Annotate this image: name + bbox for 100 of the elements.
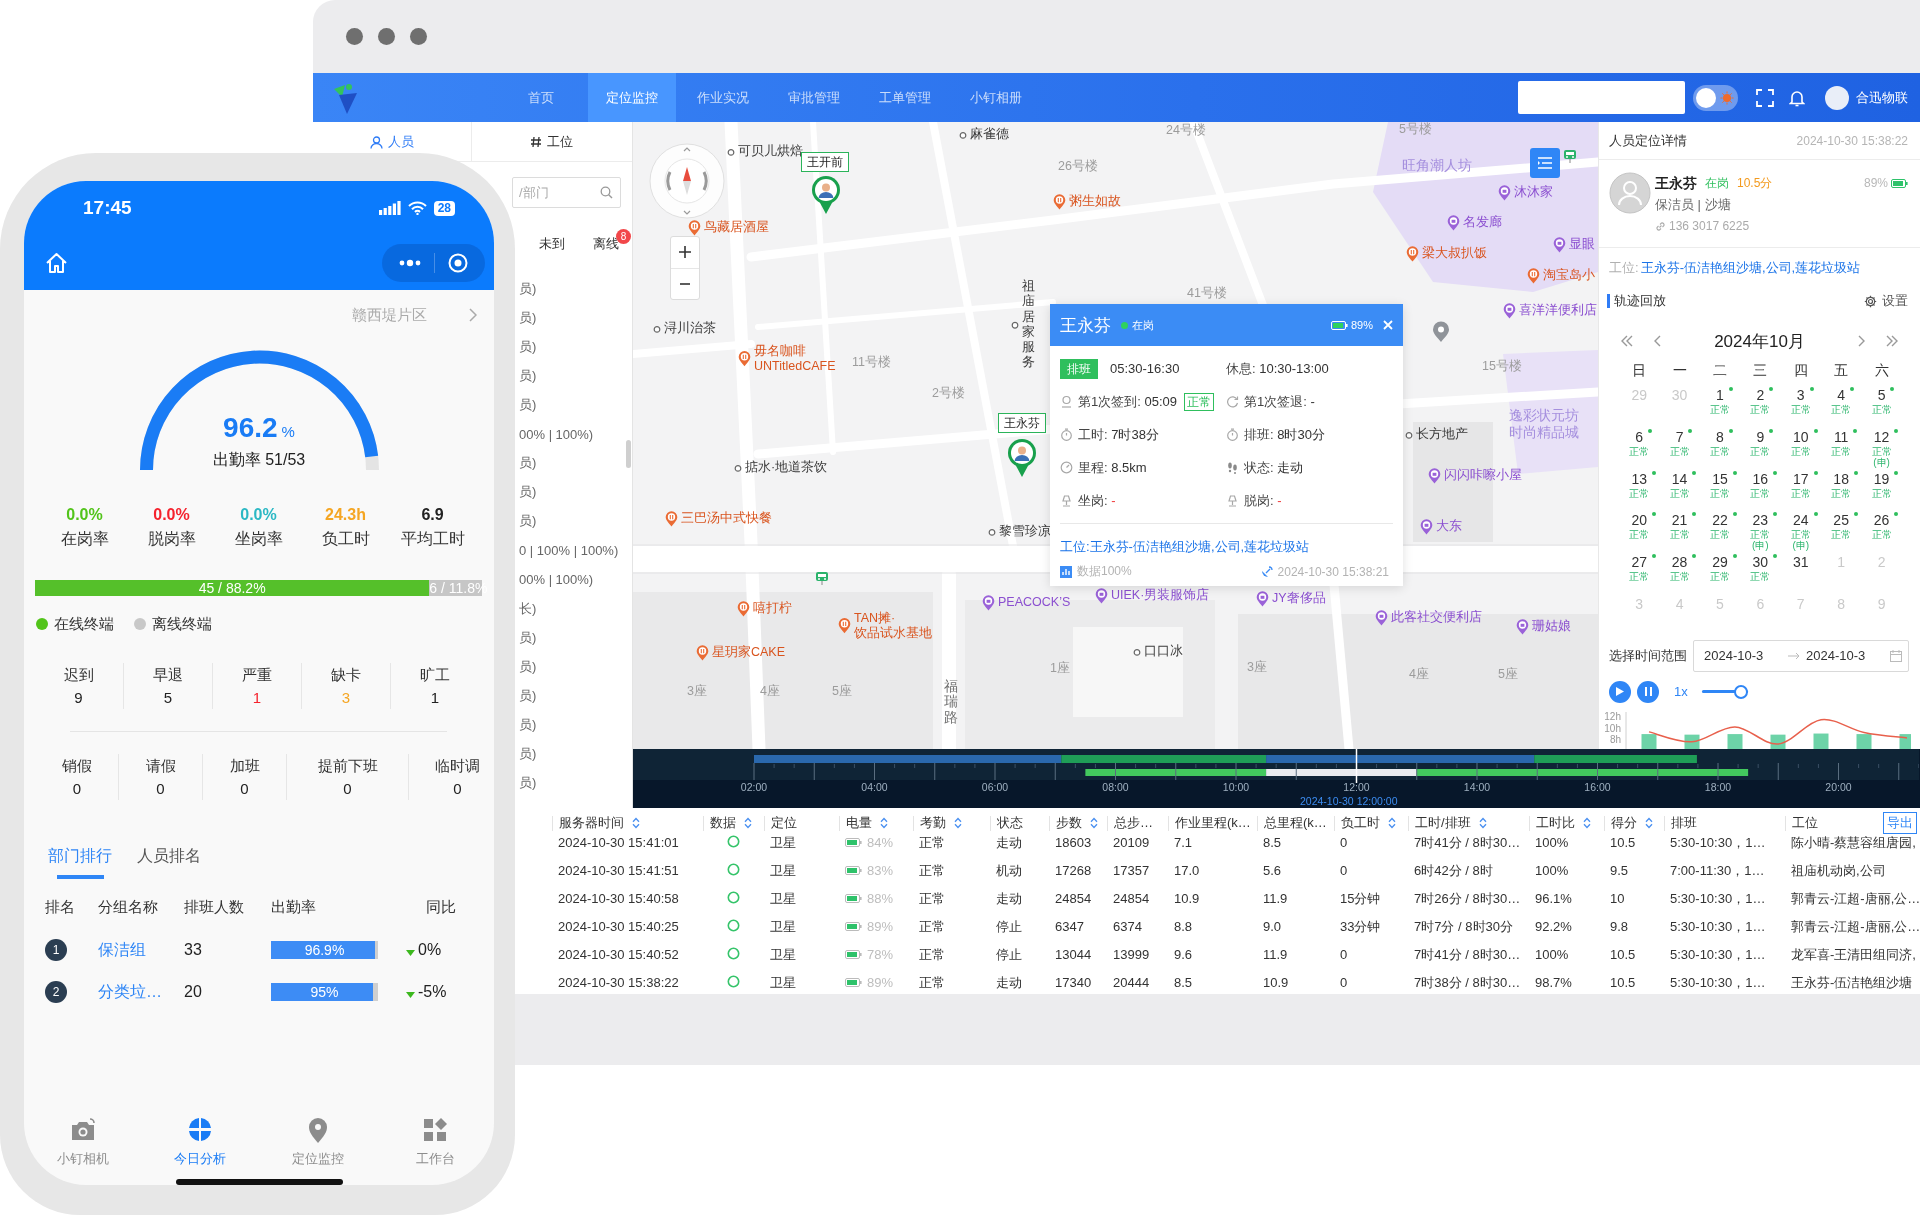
list-item[interactable]: 员) [519, 774, 537, 793]
calendar-day[interactable]: 11 [1823, 427, 1859, 446]
list-item[interactable]: 员) [519, 395, 537, 414]
scrollbar-thumb[interactable] [626, 440, 631, 468]
calendar-day[interactable]: 2 [1746, 386, 1775, 404]
list-button[interactable] [1530, 148, 1560, 178]
column-header[interactable]: 总步… [1114, 814, 1153, 832]
list-item[interactable]: 员) [519, 454, 537, 473]
settings-button[interactable]: 设置 [1864, 292, 1908, 310]
sort-icon[interactable] [744, 817, 752, 829]
calendar-day[interactable]: 16 [1742, 469, 1779, 488]
column-header[interactable]: 步数 [1056, 814, 1082, 832]
sort-icon[interactable] [1645, 817, 1653, 829]
calendar-day[interactable]: 29 [1702, 553, 1738, 572]
calendar-day[interactable]: 15 [1702, 469, 1738, 488]
list-item[interactable]: 00% | 100%) [519, 426, 594, 442]
list-item[interactable]: 员) [519, 715, 537, 734]
list-item[interactable]: 00% | 100%) [519, 572, 594, 587]
list-item[interactable]: 员) [519, 686, 537, 705]
calendar-day[interactable]: 10 [1782, 427, 1819, 446]
sort-icon[interactable] [1478, 817, 1487, 829]
station-link[interactable]: 王永芬-伍洁艳组沙塘,公司,莲花垃圾站 [1640, 259, 1861, 277]
sort-icon[interactable] [632, 817, 640, 829]
column-header[interactable]: 得分 [1611, 814, 1637, 832]
calendar-day[interactable]: 4 [1827, 386, 1856, 404]
double-chevron-left-icon[interactable] [1620, 334, 1634, 348]
search-field[interactable] [1518, 81, 1685, 114]
column-header[interactable]: 工位 [1792, 814, 1818, 832]
search-icon[interactable] [600, 186, 613, 199]
calendar-day[interactable]: 18 [1823, 469, 1859, 488]
list-item[interactable]: 员) [519, 337, 537, 356]
calendar-day[interactable]: 6 [1625, 427, 1654, 446]
calendar-day[interactable]: 9 [1746, 427, 1775, 446]
tabbar-item[interactable]: 今日分析 [141, 1116, 259, 1173]
calendar-day[interactable]: 25 [1823, 511, 1859, 530]
calendar-day[interactable]: 20 [1621, 511, 1657, 530]
column-header[interactable]: 状态 [997, 814, 1023, 832]
calendar-day[interactable]: 23 [1742, 511, 1779, 530]
column-header[interactable]: 工时比 [1536, 814, 1575, 832]
calendar-icon[interactable] [1890, 649, 1902, 662]
column-header[interactable]: 总里程(k… [1264, 814, 1327, 832]
ranking-tab[interactable]: 人员排名 [137, 833, 201, 879]
list-item[interactable]: 员) [519, 279, 537, 298]
settings-icon[interactable] [1864, 294, 1877, 308]
calendar-day[interactable]: 7 [1665, 427, 1694, 446]
list-item[interactable]: 员) [519, 628, 537, 647]
column-header[interactable]: 数据 [710, 814, 736, 832]
calendar-day[interactable]: 17 [1782, 469, 1819, 488]
calendar-day[interactable]: 31 [1782, 553, 1819, 572]
speed-slider[interactable] [1701, 684, 1748, 699]
list-item[interactable]: 员) [519, 308, 537, 327]
search-input[interactable]: /部门 [519, 185, 589, 200]
apps-icon[interactable] [421, 1116, 450, 1144]
column-header[interactable]: 工时/排班 [1415, 814, 1471, 832]
calendar-day[interactable]: 1 [1706, 386, 1734, 404]
fullscreen-icon[interactable] [1756, 88, 1774, 107]
calendar-day[interactable]: 12 [1863, 427, 1900, 446]
pause-icon[interactable] [1644, 687, 1652, 697]
close-icon[interactable] [1383, 320, 1393, 330]
user-name[interactable]: 合迅物联 [1856, 88, 1908, 107]
group-link[interactable]: 保洁组 [98, 939, 146, 961]
column-header[interactable]: 服务器时间 [559, 814, 624, 832]
calendar-day[interactable]: 27 [1621, 553, 1657, 572]
calendar-day[interactable]: 19 [1863, 469, 1900, 488]
play-icon[interactable] [1616, 687, 1624, 697]
list-item[interactable]: 0 | 100% | 100%) [519, 542, 619, 558]
calendar-day[interactable]: 26 [1863, 511, 1900, 530]
list-item[interactable]: 员) [519, 745, 537, 764]
calendar-day[interactable]: 13 [1621, 469, 1657, 488]
column-header[interactable]: 考勤 [920, 814, 946, 832]
calendar-day[interactable]: 30 [1742, 553, 1779, 572]
sort-icon[interactable] [880, 817, 888, 829]
calendar-day[interactable]: 3 [1786, 386, 1815, 404]
double-chevron-right-icon[interactable] [1885, 334, 1899, 348]
column-header[interactable]: 定位 [771, 814, 797, 832]
search-field[interactable]: /部门 [512, 177, 621, 208]
chevron-right-icon[interactable] [469, 308, 477, 322]
play-button[interactable] [1609, 680, 1631, 703]
calendar-day[interactable]: 14 [1661, 469, 1698, 488]
plus-icon[interactable] [679, 246, 691, 259]
sort-icon[interactable] [1388, 817, 1396, 829]
list-icon[interactable] [1538, 157, 1552, 169]
group-link[interactable]: 分类垃… [98, 981, 162, 1003]
list-item[interactable]: 员) [519, 366, 537, 385]
list-item[interactable]: 员) [519, 512, 537, 531]
bell-icon[interactable] [1789, 88, 1805, 107]
filter-tab[interactable]: 未到 [532, 229, 572, 259]
calendar-day[interactable]: 24 [1782, 511, 1819, 530]
calendar-day[interactable]: 22 [1702, 511, 1738, 530]
calendar-day[interactable]: 8 [1706, 427, 1734, 446]
list-item[interactable]: 员) [519, 657, 537, 676]
station-link[interactable]: 工位:王永芬-伍洁艳组沙塘,公司,莲花垃圾站 [1060, 536, 1403, 558]
calendar-day[interactable]: 21 [1661, 511, 1698, 530]
list-item[interactable]: 长) [519, 599, 537, 618]
calendar-day[interactable]: 28 [1661, 553, 1698, 572]
sort-icon[interactable] [1090, 817, 1098, 829]
target-icon[interactable] [448, 252, 469, 273]
sort-icon[interactable] [1583, 817, 1591, 829]
theme-toggle[interactable] [1693, 84, 1738, 111]
compass-control[interactable] [649, 143, 725, 219]
